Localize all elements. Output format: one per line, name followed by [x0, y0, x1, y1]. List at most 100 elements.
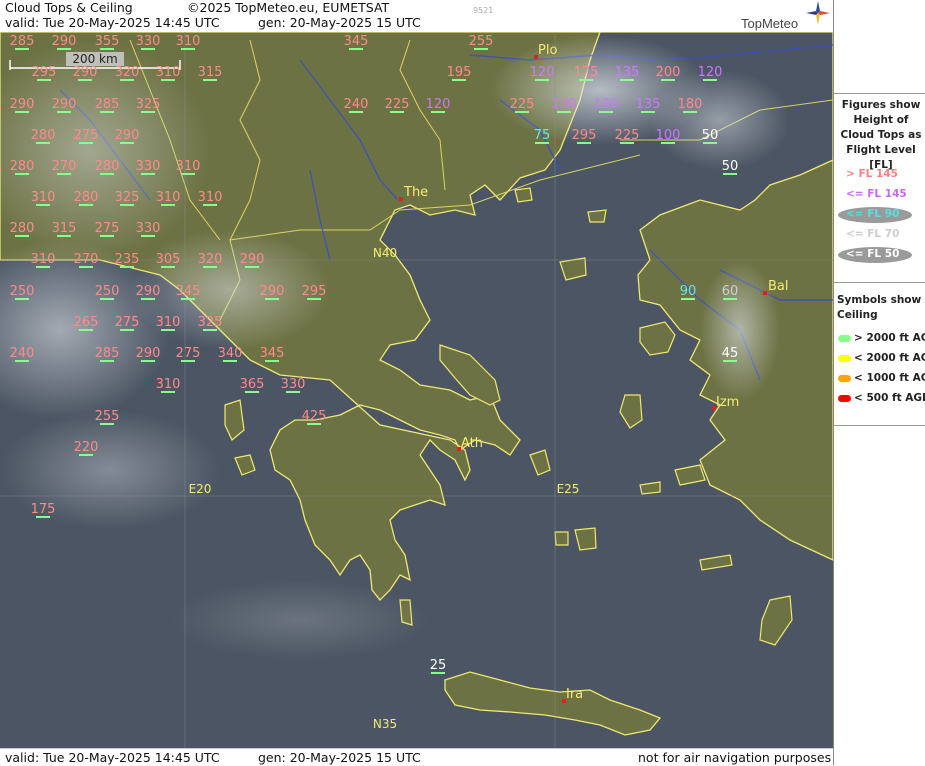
cloud-top-value: 310: [198, 190, 223, 205]
page-title: Cloud Tops & Ceiling: [5, 0, 133, 15]
cloud-top-label: 180: [678, 97, 703, 113]
cloud-tops-map[interactable]: N40 N35 E20 E25 200 km Plo The Bal Ath Izm Ira 2…: [0, 32, 833, 748]
cloud-top-label: 285: [95, 97, 119, 113]
grid-label: N35: [373, 717, 397, 731]
cloud-top-value: 270: [74, 252, 99, 267]
cloud-top-value: 310: [31, 252, 56, 267]
city-label: Izm: [716, 395, 739, 410]
cloud-top-label: 100: [656, 128, 680, 144]
cloud-top-label: 280: [10, 159, 34, 175]
cloud-top-label: 275: [74, 128, 99, 144]
cloud-top-label: 225: [615, 128, 639, 144]
cloud-top-label: 310: [156, 190, 180, 206]
ceiling-legend-item: < 1000 ft AGL: [838, 372, 925, 384]
cloud-top-label: 290: [10, 97, 35, 113]
cloud-top-label: 120: [698, 65, 722, 81]
cloud-top-value: 60: [722, 284, 739, 299]
cloud-top-label: 345: [344, 34, 369, 50]
cloud-top-value: 345: [344, 34, 369, 49]
cloud-top-value: 275: [176, 346, 201, 361]
generated-time: gen: 20-May-2025 15 UTC: [258, 15, 421, 30]
cloud-top-label: 310: [156, 377, 181, 393]
cloud-top-value: 275: [74, 128, 99, 143]
cloud-top-label: 225: [510, 97, 535, 113]
cloud-top-label: 295: [572, 128, 596, 144]
cloud-top-value: 325: [115, 190, 140, 205]
cloud-top-value: 220: [74, 440, 99, 455]
legend-divider: [834, 282, 925, 283]
valid-time: valid: Tue 20-May-2025 14:45 UTC: [5, 15, 220, 30]
footer-bar: valid: Tue 20-May-2025 14:45 UTC gen: 20…: [0, 748, 833, 766]
cloud-top-value: 425: [302, 409, 327, 424]
cloud-top-label: 175: [31, 502, 56, 518]
cloud-top-value: 290: [52, 34, 77, 49]
cloud-top-label: 310: [156, 315, 180, 331]
cloud-top-label: 280: [10, 221, 34, 237]
cloud-top-value: 25: [430, 658, 447, 673]
cloud-top-label: 310: [156, 65, 181, 81]
level-legend-item: <= FL 70: [846, 228, 900, 240]
city-label: Bal: [768, 279, 789, 294]
cloud-top-value: 290: [260, 284, 285, 299]
cloud-top-label: 290: [52, 97, 76, 113]
cloud-top-value: 325: [136, 97, 161, 112]
cloud-top-label: 290: [260, 284, 285, 300]
cloud-top-value: 305: [156, 252, 181, 267]
cloud-top-value: 290: [115, 128, 140, 143]
cloud-top-value: 180: [678, 97, 703, 112]
scale-bar-label: 200 km: [72, 52, 117, 66]
ceiling-legend-label: < 1000 ft AGL: [854, 372, 925, 384]
ceiling-legend-label: > 2000 ft AGL: [854, 332, 925, 344]
header-bar: Cloud Tops & Ceiling ©2025 TopMeteo.eu, …: [0, 0, 833, 32]
city-marker: [399, 197, 403, 201]
cloud-top-value: 290: [10, 97, 35, 112]
cloud-top-value: 225: [510, 97, 535, 112]
ceiling-legend-label: < 500 ft AGL: [854, 392, 925, 404]
cloud-top-label: 290: [115, 128, 140, 144]
image-code: 9521: [473, 6, 494, 15]
cloud-top-value: 310: [156, 377, 181, 392]
symbols-title: Symbols show Ceiling: [837, 294, 922, 321]
cloud-top-label: 330: [136, 34, 161, 50]
cloud-top-value: 280: [95, 159, 120, 174]
cloud-top-value: 310: [156, 65, 181, 80]
cloud-top-label: 345: [260, 346, 284, 362]
cloud-top-value: 175: [31, 502, 56, 517]
ceiling-swatch: [838, 334, 851, 342]
cloud-top-label: 320: [115, 65, 139, 81]
cloud-top-label: 325: [115, 190, 140, 206]
level-legend-item: <= FL 50: [846, 248, 900, 260]
cloud-top-label: 120: [426, 97, 450, 113]
ceiling-swatch: [838, 354, 851, 362]
city-label: Ira: [566, 687, 583, 702]
ceiling-legend-item: > 2000 ft AGL: [838, 332, 925, 344]
grid-label: N40: [373, 246, 397, 260]
cloud-top-value: 355: [95, 34, 120, 49]
cloud-top-label: 295: [32, 65, 56, 81]
cloud-top-value: 240: [344, 97, 369, 112]
cloud-top-value: 320: [198, 252, 223, 267]
cloud-top-label: 175: [574, 65, 598, 81]
cloud-top-value: 250: [10, 284, 35, 299]
cloud-top-label: 130: [594, 97, 618, 113]
cloud-top-label: 270: [74, 252, 99, 268]
cloud-top-label: 240: [10, 346, 34, 362]
cloud-top-value: 290: [136, 284, 161, 299]
cloud-top-label: 290: [52, 34, 77, 50]
level-legend-item: <= FL 145: [846, 188, 907, 200]
topmeteo-logo: TopMeteo: [741, 16, 799, 31]
cloud-top-label: 200: [656, 65, 680, 81]
cloud-top-label: 90: [680, 284, 696, 300]
cloud-top-value: 195: [447, 65, 472, 80]
cloud-top-label: 75: [534, 128, 550, 144]
thasos-island: [514, 187, 533, 203]
cloud-top-label: 425: [302, 409, 327, 425]
cloud-top-value: 250: [95, 284, 120, 299]
city-label: The: [403, 185, 428, 200]
cloud-top-label: 315: [52, 221, 76, 237]
cloud-top-value: 330: [136, 34, 161, 49]
cloud-top-label: 305: [156, 252, 181, 268]
topmeteo-star-icon: [806, 1, 830, 25]
cloud-top-value: 280: [74, 190, 99, 205]
cloud-top-label: 275: [115, 315, 139, 331]
